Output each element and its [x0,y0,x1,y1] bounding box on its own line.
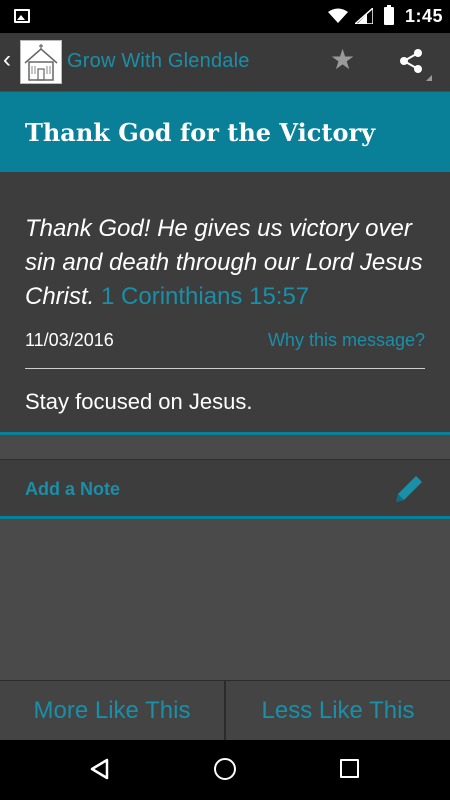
system-nav-bar [0,740,450,800]
message-date: 11/03/2016 [25,330,114,350]
pencil-icon[interactable] [392,472,426,506]
app-title: Grow With Glendale [67,50,250,72]
share-icon[interactable] [396,45,432,81]
add-note-label: Add a Note [25,479,121,499]
verse: Thank God! He gives us victory over sin … [25,212,435,314]
message-title: Thank God for the Victory [25,118,376,147]
spacer [0,435,450,459]
more-like-this-button[interactable]: More Like This [0,681,224,741]
less-like-this-button[interactable]: Less Like This [226,681,450,741]
chevron-left-icon[interactable]: ‹ [3,47,11,73]
back-triangle-icon[interactable] [89,758,111,780]
add-note-row[interactable]: Add a Note [0,459,450,516]
wifi-icon [328,8,348,23]
message-card: Thank God! He gives us victory over sin … [0,172,450,434]
status-bar: 1:45 [0,0,450,33]
signal-icon [355,8,373,24]
verse-reference-link[interactable]: 1 Corinthians 15:57 [101,283,309,310]
message-header: Thank God for the Victory [0,92,450,172]
status-time: 1:45 [405,6,444,26]
star-icon[interactable]: ★ [330,45,355,75]
why-this-message-link[interactable]: Why this message? [268,330,425,351]
message-body: Stay focused on Jesus. [25,389,253,414]
church-logo-icon[interactable] [20,40,62,84]
home-circle-icon[interactable] [214,758,236,780]
feedback-bar: More Like This Less Like This [0,680,450,741]
recents-square-icon[interactable] [340,759,359,778]
content-area [0,519,450,680]
image-notification-icon [14,9,30,23]
divider [25,368,425,369]
action-bar: ‹ Grow With Glendale ★ [0,33,450,91]
battery-icon [384,5,394,25]
